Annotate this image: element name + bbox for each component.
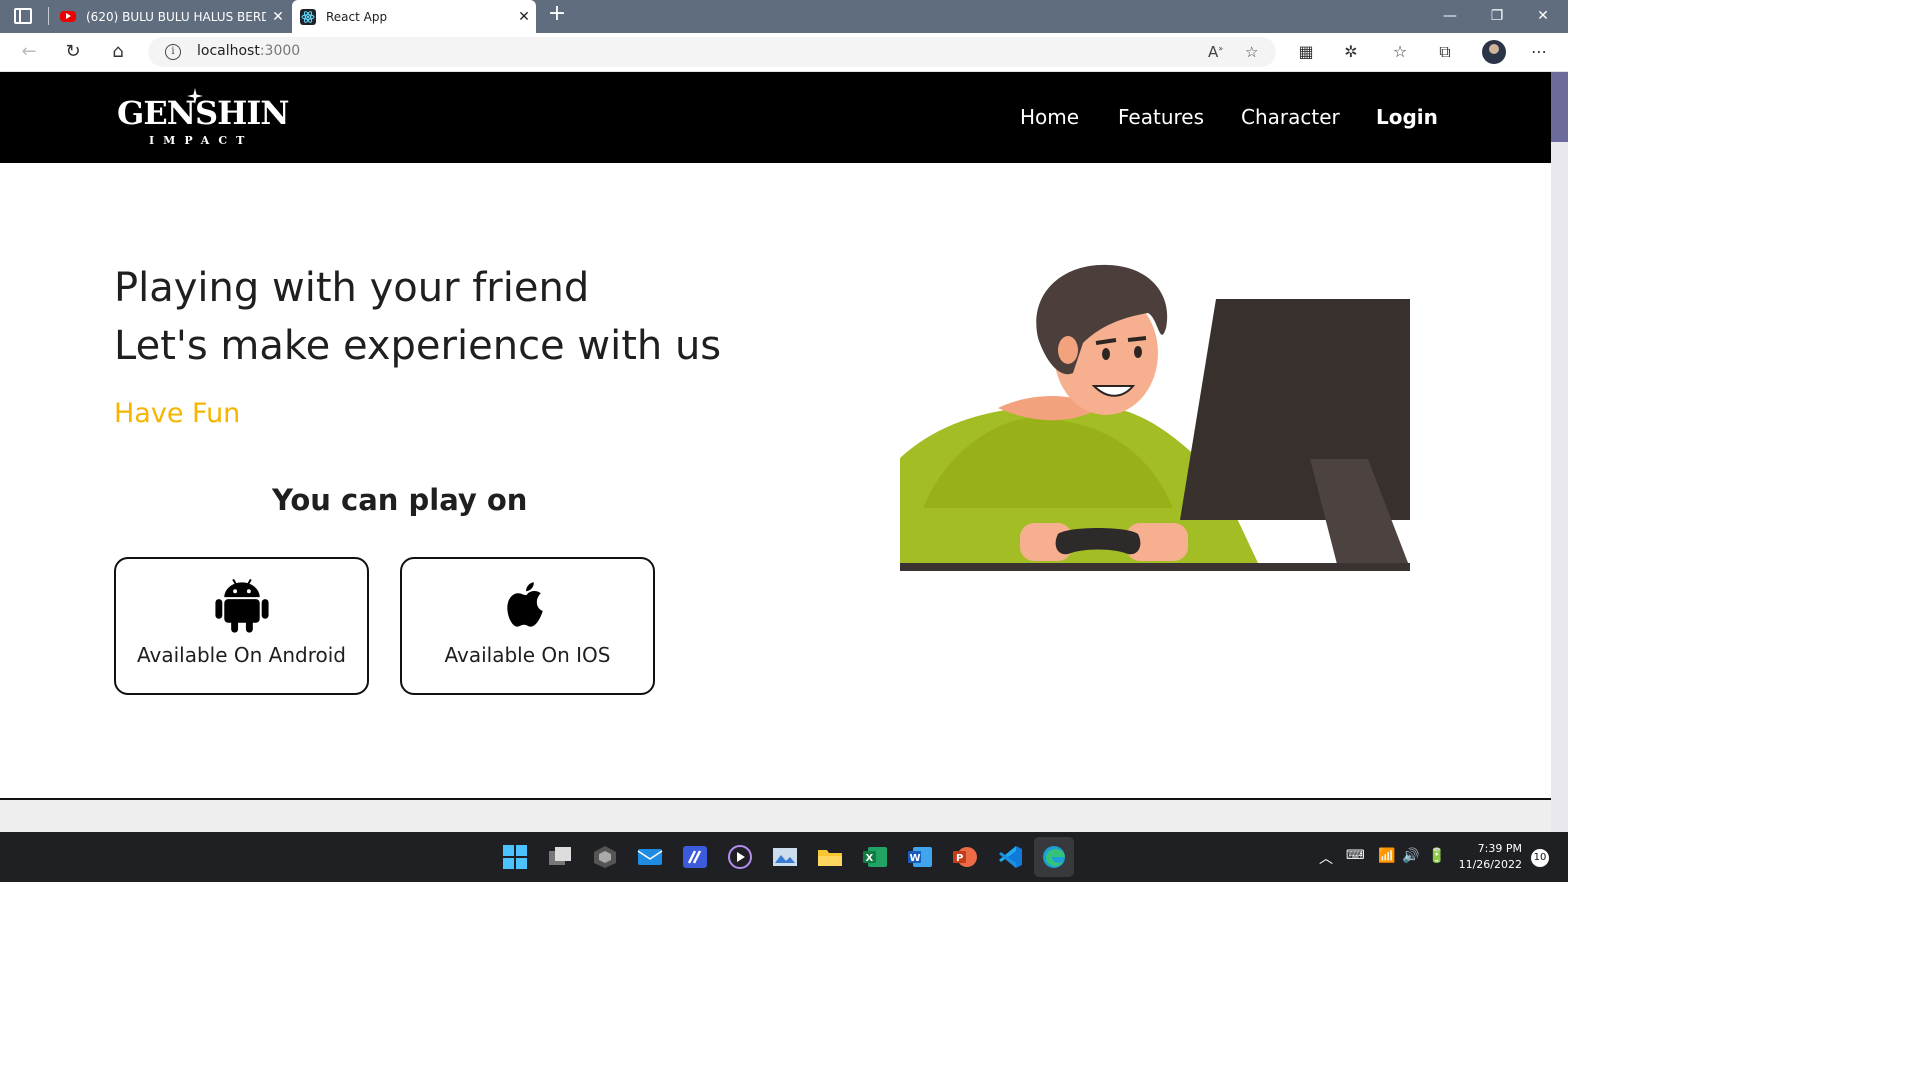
keyboard-icon[interactable]: ⌨ bbox=[1346, 848, 1365, 863]
hero-tagline: Have Fun bbox=[114, 398, 241, 429]
site-header: GENSHIN IMPACT Home Features Character L… bbox=[0, 72, 1551, 163]
tab-react-app[interactable]: React App ✕ bbox=[292, 0, 536, 33]
windows-taskbar: X W P ︿ ⌨ 📶 🔊 🔋 7:39 PM 11/26/2022 10 bbox=[0, 832, 1568, 882]
photos-icon[interactable] bbox=[772, 845, 798, 869]
excel-icon[interactable]: X bbox=[862, 845, 888, 869]
ios-card[interactable]: Available On IOS bbox=[400, 557, 655, 695]
react-icon bbox=[300, 8, 316, 25]
media-player-icon[interactable] bbox=[727, 845, 753, 869]
web-page: GENSHIN IMPACT Home Features Character L… bbox=[0, 72, 1551, 832]
hero-headline-1: Playing with your friend bbox=[114, 265, 590, 311]
tab-youtube[interactable]: (620) BULU BULU HALUS BERDIR ✕ bbox=[52, 0, 290, 33]
read-aloud-icon[interactable]: A» bbox=[1208, 43, 1223, 61]
system-clock[interactable]: 7:39 PM 11/26/2022 bbox=[1442, 841, 1522, 873]
task-view-icon[interactable] bbox=[547, 845, 573, 869]
svg-text:X: X bbox=[866, 853, 874, 864]
ios-card-label: Available On IOS bbox=[444, 643, 611, 667]
nav-character[interactable]: Character bbox=[1241, 105, 1340, 129]
more-menu-icon[interactable]: ⋯ bbox=[1529, 42, 1549, 62]
browser-tab-bar: (620) BULU BULU HALUS BERDIR ✕ React App… bbox=[0, 0, 1568, 33]
back-icon[interactable]: ← bbox=[18, 41, 40, 63]
close-tab-icon[interactable]: ✕ bbox=[512, 9, 536, 25]
new-tab-icon[interactable]: + bbox=[546, 3, 568, 26]
refresh-icon[interactable]: ↻ bbox=[62, 41, 84, 63]
minimize-icon[interactable]: — bbox=[1442, 8, 1458, 24]
unity-icon[interactable] bbox=[592, 845, 618, 869]
home-icon[interactable]: ⌂ bbox=[107, 41, 129, 63]
powerpoint-icon[interactable]: P bbox=[952, 845, 978, 869]
tab-title: React App bbox=[326, 9, 388, 24]
nav-login[interactable]: Login bbox=[1376, 105, 1438, 129]
mail-icon[interactable] bbox=[637, 845, 663, 869]
url-text[interactable]: localhost:3000 bbox=[197, 43, 300, 59]
volume-icon[interactable]: 🔊 bbox=[1402, 848, 1419, 864]
add-favorite-icon[interactable]: ☆ bbox=[1245, 43, 1258, 61]
tab-separator bbox=[48, 7, 49, 25]
main-nav: Home Features Character Login bbox=[0, 105, 1551, 133]
close-tab-icon[interactable]: ✕ bbox=[266, 9, 290, 25]
site-info-icon[interactable]: i bbox=[165, 44, 181, 60]
wifi-icon[interactable]: 📶 bbox=[1378, 848, 1395, 864]
android-card[interactable]: Available On Android bbox=[114, 557, 369, 695]
page-scrollbar[interactable] bbox=[1551, 72, 1568, 832]
app-grid-icon[interactable]: ▦ bbox=[1296, 42, 1316, 62]
android-icon bbox=[215, 578, 269, 633]
footer-band bbox=[0, 800, 1551, 832]
nav-features[interactable]: Features bbox=[1118, 105, 1204, 129]
start-icon[interactable] bbox=[502, 845, 528, 869]
gamer-illustration bbox=[900, 264, 1410, 571]
tab-actions-icon[interactable] bbox=[14, 8, 32, 24]
collections-icon[interactable]: ⧉ bbox=[1435, 42, 1455, 62]
file-explorer-icon[interactable] bbox=[817, 845, 843, 869]
word-icon[interactable]: W bbox=[907, 845, 933, 869]
favorites-icon[interactable]: ☆ bbox=[1390, 42, 1410, 62]
clock-date: 11/26/2022 bbox=[1458, 858, 1522, 871]
apple-icon bbox=[507, 582, 543, 627]
logo-star-icon bbox=[187, 88, 203, 104]
tab-title: (620) BULU BULU HALUS BERDIR bbox=[86, 9, 266, 24]
nav-home[interactable]: Home bbox=[1020, 105, 1079, 129]
notification-badge[interactable]: 10 bbox=[1531, 849, 1549, 867]
address-bar[interactable]: i localhost:3000 A» ☆ bbox=[148, 37, 1276, 67]
address-toolbar: ← ↻ ⌂ i localhost:3000 A» ☆ ▦ ✲ ☆ ⧉ ⋯ bbox=[0, 33, 1568, 72]
edge-icon[interactable] bbox=[1041, 845, 1067, 869]
scrollbar-thumb[interactable] bbox=[1551, 72, 1568, 142]
restore-icon[interactable]: ❐ bbox=[1489, 8, 1505, 24]
profile-avatar[interactable] bbox=[1482, 40, 1506, 64]
code-editor-icon[interactable] bbox=[682, 845, 708, 869]
show-hidden-icons-icon[interactable]: ︿ bbox=[1319, 848, 1333, 868]
logo-sub-text: IMPACT bbox=[149, 134, 254, 147]
android-card-label: Available On Android bbox=[137, 643, 346, 667]
platform-heading: You can play on bbox=[272, 483, 528, 517]
youtube-icon bbox=[60, 11, 76, 22]
extensions-icon[interactable]: ✲ bbox=[1341, 42, 1361, 62]
vscode-icon[interactable] bbox=[997, 845, 1023, 869]
svg-text:P: P bbox=[956, 853, 963, 864]
clock-time: 7:39 PM bbox=[1477, 842, 1522, 855]
hero-headline-2: Let's make experience with us bbox=[114, 323, 722, 369]
window-close-icon[interactable]: ✕ bbox=[1535, 8, 1551, 24]
svg-text:W: W bbox=[910, 853, 921, 864]
